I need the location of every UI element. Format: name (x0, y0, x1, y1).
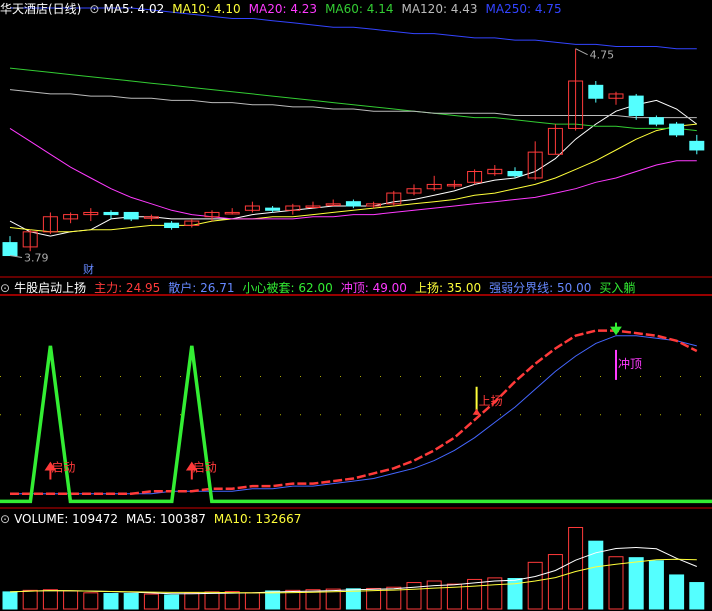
indicator-legend-item-5: 强弱分界线: 50.00 (489, 281, 592, 295)
price-panel-header: 华天酒店(日线) ⊙ MA5: 4.02 MA10: 4.10 MA20: 4.23 MA… (0, 0, 712, 18)
volume-bar (164, 594, 180, 610)
volume-bar (2, 591, 18, 610)
volume-bar (204, 591, 220, 610)
candle-body (345, 201, 361, 207)
volume-bar (244, 592, 260, 610)
volume-bar (83, 592, 99, 610)
start-label: 启动 (51, 460, 75, 474)
volume-bar (366, 587, 382, 610)
volume-bar (42, 589, 58, 610)
high-label: 4.75 (590, 49, 615, 62)
ma-line-ma10 (9, 123, 697, 233)
rise-label: 上扬 (479, 393, 503, 408)
volume-bar (123, 592, 139, 610)
volume-menu-button[interactable]: ⊙ (0, 512, 10, 526)
high-marker-line (575, 48, 588, 56)
candle-body (669, 123, 685, 136)
volume-bar (527, 561, 543, 610)
low-label: 3.79 (24, 252, 49, 265)
indicator-menu-button-2[interactable]: ⊙ (0, 281, 10, 295)
volume-bar (265, 590, 281, 610)
indicator-panel-header: ⊙ 牛股启动上扬 主力: 24.95 散户: 26.71 小心被套: 62.00 冲顶: … (0, 279, 712, 297)
candle-body (507, 171, 523, 177)
volume-bar (103, 592, 119, 610)
ma-legend-item-5: MA250: 4.75 (485, 2, 562, 16)
volume-bar (224, 591, 240, 610)
candle-body (689, 140, 705, 151)
volume-bar (143, 593, 159, 610)
indicator-legend-item-4: 上扬: 35.00 (414, 281, 482, 295)
indicator-legend-item-3: 冲顶: 49.00 (340, 281, 407, 295)
candle-body (648, 117, 664, 125)
volume-bar (467, 578, 483, 610)
volume-ma10: MA10: 132667 (213, 512, 302, 526)
volume-ma5: MA5: 100387 (125, 512, 206, 526)
indicator-legend-item-0: 主力: 24.95 (94, 281, 161, 295)
top-label: 冲顶 (618, 356, 642, 371)
ma-line-ma60 (9, 67, 697, 132)
volume-bar (689, 582, 705, 610)
ma-legend-item-3: MA60: 4.14 (325, 2, 394, 16)
stock-name: 华天酒店(日线) (0, 2, 82, 16)
candle-body (164, 222, 180, 229)
volume-bar (22, 589, 38, 610)
finance-tag: 财 (83, 262, 94, 276)
candle-body (628, 95, 644, 116)
volume-bar (669, 574, 685, 610)
volume-bar (568, 526, 584, 610)
indicator-legend: 主力: 24.95 散户: 26.71 小心被套: 62.00 冲顶: 49.00 上扬… (94, 281, 643, 295)
ma-legend-item-4: MA120: 4.43 (401, 2, 478, 16)
ma-legend-item-0: MA5: 4.02 (103, 2, 165, 16)
retail-line (10, 335, 697, 495)
volume-bar (628, 557, 644, 610)
ma-legend-item-2: MA20: 4.23 (248, 2, 318, 16)
volume-bar (63, 590, 79, 610)
indicator-menu-button[interactable]: ⊙ (89, 2, 99, 16)
indicator-legend-item-2: 小心被套: 62.00 (242, 281, 333, 295)
ma-line-ma5 (9, 99, 698, 237)
ma-legend: MA5: 4.02 MA10: 4.10 MA20: 4.23 MA60: 4.14 M… (103, 2, 569, 16)
candle-body (265, 207, 281, 211)
indicator-legend-item-1: 散户: 26.71 (168, 281, 235, 295)
volume-bar (487, 577, 503, 610)
indicator-legend-item-6: 买入躺 (599, 281, 636, 295)
volume-bar (184, 592, 200, 610)
start-label: 启动 (193, 460, 217, 474)
volume-panel-header: ⊙ VOLUME: 109472 MA5: 100387 MA10: 132667 (0, 510, 712, 528)
candle-body (588, 84, 604, 99)
main-force-line (10, 329, 698, 496)
candle-body (123, 211, 139, 220)
candle-body (2, 242, 18, 257)
volume-bar (648, 560, 664, 610)
volume-title: VOLUME: 109472 (14, 512, 118, 526)
volume-bar (547, 554, 563, 610)
rise-arrow (472, 408, 481, 415)
indicator-title: 牛股启动上扬 (14, 281, 87, 295)
ma-legend-item-1: MA10: 4.10 (172, 2, 241, 16)
candle-body (103, 211, 119, 216)
buy-signal-line (0, 345, 712, 504)
